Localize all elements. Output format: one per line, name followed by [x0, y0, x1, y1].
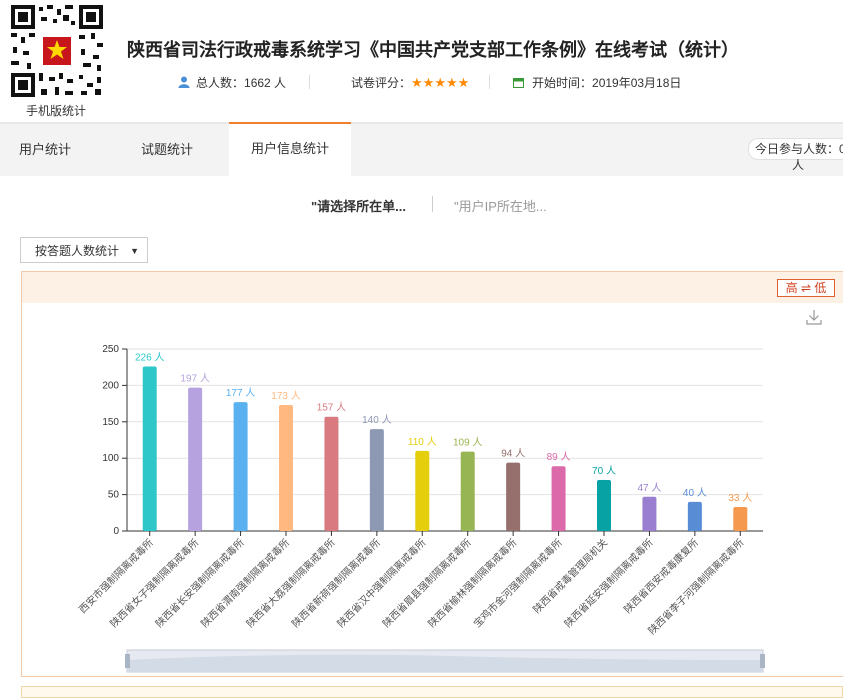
- stat-mode-value: 按答题人数统计: [35, 244, 120, 258]
- meta-divider: [489, 74, 490, 89]
- ip-filter[interactable]: "用户IP所在地...: [454, 196, 547, 215]
- total-count: 总人数：1662 人: [178, 74, 286, 91]
- calendar-icon: [513, 78, 524, 88]
- rating-label: 试卷评分：: [351, 76, 412, 90]
- stat-mode-select[interactable]: 按答题人数统计 ▼: [20, 237, 148, 263]
- user-icon: [178, 76, 190, 88]
- filter-divider: [432, 196, 433, 212]
- chevron-down-icon: ▼: [130, 246, 139, 256]
- next-panel-edge: [21, 686, 843, 698]
- download-icon[interactable]: [806, 309, 822, 325]
- meta-divider: [309, 74, 310, 89]
- tab-bar: 用户统计 试题统计 用户信息统计: [0, 122, 843, 178]
- unit-filter[interactable]: "请选择所在单...: [311, 196, 406, 215]
- tab-question-stats[interactable]: 试题统计: [122, 124, 212, 176]
- header: 手机版统计 陕西省司法行政戒毒系统学习《中国共产党支部工作条例》在线考试（统计）…: [0, 0, 843, 122]
- total-label: 总人数：: [196, 76, 245, 90]
- rating: 试卷评分：★★★★★: [351, 74, 469, 91]
- chart-panel: 高 ⇌ 低: [21, 271, 843, 677]
- start-label: 开始时间：: [532, 76, 593, 90]
- tab-user-info-stats[interactable]: 用户信息统计: [229, 122, 351, 178]
- chart-panel-header: [22, 272, 843, 303]
- start-value: 2019年03月18日: [592, 76, 682, 90]
- qr-code-icon[interactable]: [9, 3, 105, 99]
- qr-caption: 手机版统计: [25, 104, 86, 118]
- total-value: 1662 人: [244, 76, 287, 90]
- today-participants-unit: 人: [792, 158, 805, 172]
- star-rating-icon: ★★★★★: [411, 75, 470, 90]
- tab-user-stats[interactable]: 用户统计: [0, 124, 90, 176]
- filter-bar: "请选择所在单... "用户IP所在地...: [0, 192, 843, 216]
- sort-toggle-button[interactable]: 高 ⇌ 低: [777, 279, 835, 297]
- start-time: 开始时间：2019年03月18日: [513, 74, 681, 91]
- page-title: 陕西省司法行政戒毒系统学习《中国共产党支部工作条例》在线考试（统计）: [127, 40, 739, 60]
